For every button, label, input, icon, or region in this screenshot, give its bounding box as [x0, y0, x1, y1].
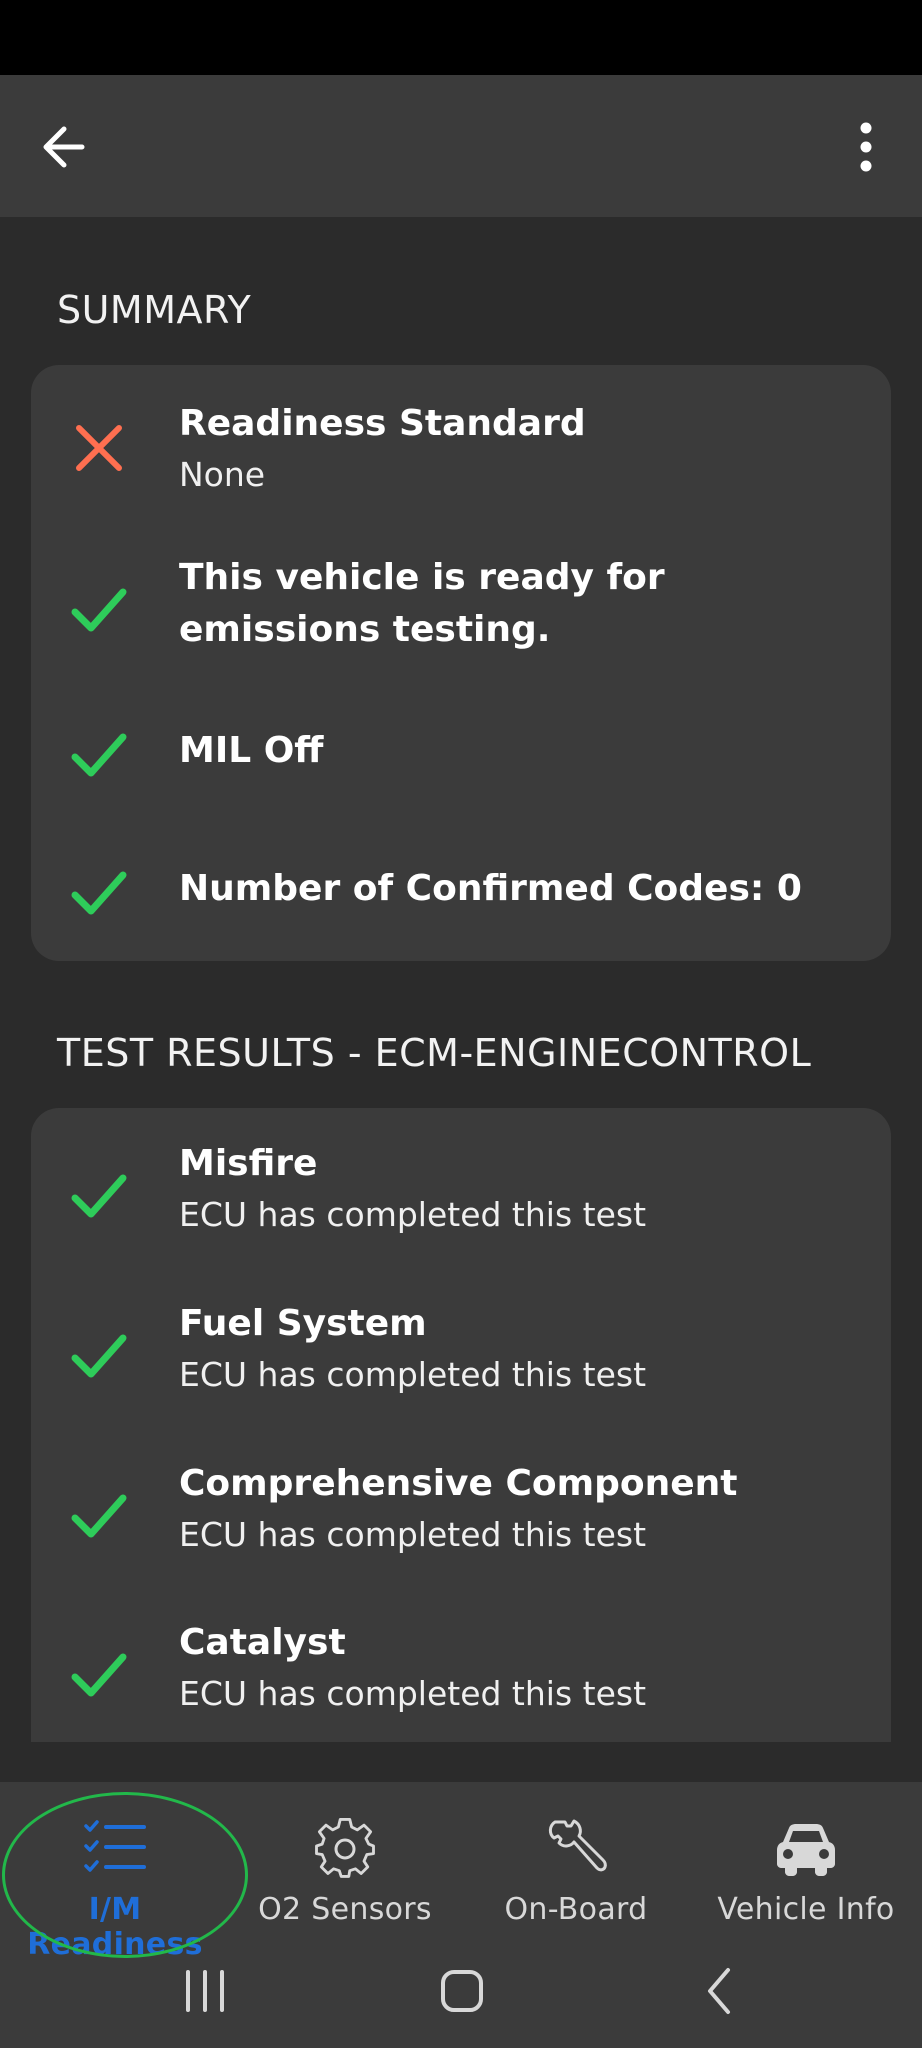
check-icon	[69, 580, 129, 640]
back-button[interactable]	[38, 119, 100, 175]
test-row-misfire: Misfire ECU has completed this test	[31, 1138, 891, 1248]
system-back-button[interactable]	[684, 1962, 754, 2022]
summary-item-title: Number of Confirmed Codes: 0	[179, 868, 802, 909]
recents-button[interactable]	[170, 1962, 240, 2022]
summary-row-emissions-ready: This vehicle is ready for emissions test…	[31, 552, 891, 672]
check-icon	[69, 1645, 129, 1705]
test-item-subtitle: ECU has completed this test	[179, 1195, 647, 1234]
nav-item-vehicle-info[interactable]: Vehicle Info	[691, 1802, 921, 1927]
test-row-catalyst: Catalyst ECU has completed this test	[31, 1617, 891, 1727]
app-bar	[0, 75, 922, 217]
summary-card: Readiness Standard None This vehicle is …	[31, 365, 891, 961]
check-icon	[69, 1326, 129, 1386]
test-item-title: Misfire	[179, 1143, 318, 1184]
summary-heading: SUMMARY	[57, 288, 252, 332]
overflow-menu-button[interactable]	[846, 119, 886, 175]
back-icon	[708, 1968, 730, 2014]
nav-item-o2-sensors[interactable]: O2 Sensors	[230, 1802, 460, 1927]
gear-icon	[315, 1817, 375, 1878]
summary-item-title: MIL Off	[179, 730, 324, 771]
check-icon	[69, 725, 129, 785]
summary-row-mil: MIL Off	[31, 717, 891, 797]
home-button[interactable]	[427, 1962, 497, 2022]
nav-item-label: On-Board	[504, 1892, 648, 1927]
nav-item-on-board[interactable]: On-Board	[461, 1802, 691, 1927]
wrench-icon	[548, 1819, 607, 1872]
checklist-icon	[84, 1820, 146, 1872]
test-item-title: Comprehensive Component	[179, 1463, 738, 1504]
summary-item-title: This vehicle is ready for emissions test…	[179, 557, 665, 650]
check-icon	[69, 1166, 129, 1226]
test-results-card: Misfire ECU has completed this test Fuel…	[31, 1108, 891, 1742]
summary-item-subtitle: None	[179, 455, 266, 494]
arrow-left-icon	[43, 126, 85, 168]
recents-icon	[186, 1970, 224, 2012]
test-row-fuel-system: Fuel System ECU has completed this test	[31, 1298, 891, 1408]
nav-item-im-readiness[interactable]: I/M Readiness	[0, 1802, 230, 1962]
x-icon	[69, 418, 129, 478]
check-icon	[69, 1486, 129, 1546]
car-icon	[777, 1824, 835, 1876]
test-results-heading: TEST RESULTS - ECM-ENGINECONTROL	[57, 1031, 812, 1075]
nav-item-label: Vehicle Info	[717, 1892, 895, 1927]
summary-row-readiness-standard: Readiness Standard None	[31, 393, 891, 513]
test-item-subtitle: ECU has completed this test	[179, 1515, 647, 1554]
more-vert-icon	[860, 122, 872, 172]
status-bar	[0, 0, 922, 75]
test-item-subtitle: ECU has completed this test	[179, 1355, 647, 1394]
home-icon	[441, 1970, 483, 2012]
test-item-title: Catalyst	[179, 1622, 346, 1663]
test-item-title: Fuel System	[179, 1303, 427, 1344]
check-icon	[69, 863, 129, 923]
nav-item-label: O2 Sensors	[258, 1892, 432, 1927]
summary-row-confirmed-codes: Number of Confirmed Codes: 0	[31, 855, 891, 935]
test-row-comprehensive-component: Comprehensive Component ECU has complete…	[31, 1458, 891, 1568]
system-navigation-bar	[0, 1940, 922, 2048]
test-item-subtitle: ECU has completed this test	[179, 1674, 647, 1713]
summary-item-title: Readiness Standard	[179, 403, 586, 444]
